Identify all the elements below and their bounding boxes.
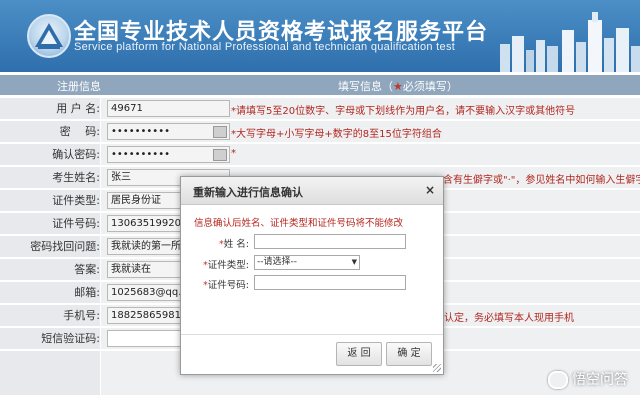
dialog-title: 重新输入进行信息确认 [193, 186, 303, 199]
dialog-header: 重新输入进行信息确认 × [181, 177, 443, 205]
sms-code-label: 短信验证码: [0, 328, 101, 349]
required-star-icon: ★ [393, 80, 403, 93]
row-confirm-password: 确认密码: •••••••••• * [0, 144, 640, 166]
id-type-label: 证件类型: [0, 190, 101, 211]
answer-label: 答案: [0, 259, 101, 280]
id-number-label: 证件号码: [0, 213, 101, 234]
dialog-id-type-value: --请选择-- [257, 257, 297, 267]
logo-icon [27, 14, 71, 58]
phone-label: 手机号: [0, 305, 101, 326]
skyline-graphic [500, 12, 640, 72]
password-input[interactable]: •••••••••• [107, 123, 230, 140]
ok-button[interactable]: 确 定 [386, 342, 432, 366]
email-label: 邮箱: [0, 282, 101, 303]
confirm-info-dialog: 重新输入进行信息确认 × 信息确认后姓名、证件类型和证件号码将不能修改 *姓 名… [180, 176, 444, 375]
back-button[interactable]: 返 回 [336, 342, 382, 366]
close-icon[interactable]: × [425, 183, 435, 197]
dialog-name-label: *姓 名: [219, 239, 249, 250]
row-username: 用 户 名: 49671 *请填写5至20位数字、字母或下划线作为用户名，请不要… [0, 98, 640, 120]
chat-bubble-icon [548, 371, 568, 389]
password-hint: *大写字母+小写字母+数字的8至15位字符组合 [231, 129, 442, 140]
watermark: 悟空问答 [548, 369, 628, 389]
confirm-password-input[interactable]: •••••••••• [107, 146, 230, 163]
blank-label-cell [0, 351, 101, 395]
dialog-notice: 信息确认后姓名、证件类型和证件号码将不能修改 [194, 218, 404, 229]
password-label: 密 码: [0, 121, 101, 142]
security-question-label: 密码找回问题: [0, 236, 101, 257]
header-banner: 全国专业技术人员资格考试报名服务平台 Service platform for … [0, 0, 640, 72]
column-label-register-info: 注册信息 [57, 80, 101, 93]
resize-grip-icon[interactable] [433, 364, 441, 372]
keyboard-icon[interactable] [213, 126, 227, 138]
username-label: 用 户 名: [0, 98, 101, 119]
confirm-password-value: •••••••••• [111, 149, 170, 160]
form-table-header: 注册信息 填写信息（★必须填写） [0, 75, 640, 95]
phone-hint: 认定，务必填写本人现用手机 [444, 313, 574, 324]
row-password: 密 码: •••••••••• *大写字母+小写字母+数字的8至15位字符组合 [0, 121, 640, 143]
username-input[interactable]: 49671 [107, 100, 230, 117]
dialog-id-number-label: *证件号码: [203, 280, 249, 291]
dropdown-arrow-icon: ▼ [351, 258, 357, 266]
dialog-footer: 返 回 确 定 [181, 334, 443, 375]
confirm-password-label: 确认密码: [0, 144, 101, 165]
username-hint: *请填写5至20位数字、字母或下划线作为用户名，请不要输入汉字或其他符号 [231, 106, 576, 117]
dialog-id-type-label: *证件类型: [203, 260, 249, 271]
keyboard-icon[interactable] [213, 149, 227, 161]
dialog-name-input[interactable] [254, 234, 406, 249]
password-value: •••••••••• [111, 126, 170, 137]
dialog-id-number-input[interactable] [254, 275, 406, 290]
dialog-id-type-select[interactable]: --请选择-- ▼ [254, 255, 360, 270]
name-hint: 含有生僻字或"·"，参见姓名中如何输入生僻字 [443, 175, 640, 186]
name-label: 考生姓名: [0, 167, 101, 188]
column-label-fill-info: 填写信息（★必须填写） [338, 80, 458, 93]
site-subtitle: Service platform for National Profession… [74, 41, 456, 53]
confirm-password-hint: * [231, 148, 236, 159]
